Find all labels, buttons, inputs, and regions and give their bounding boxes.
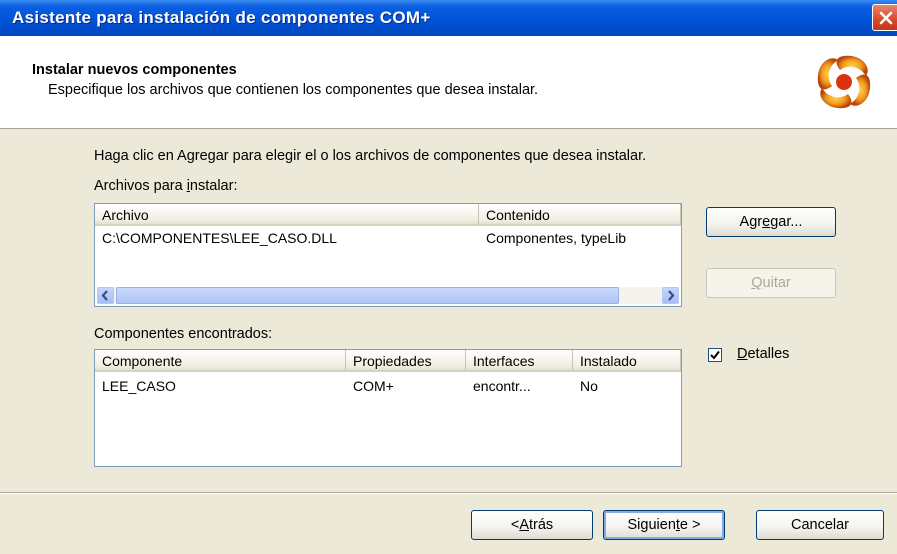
arrow-right-icon [668, 290, 675, 301]
component-installed-cell: No [580, 378, 598, 394]
remove-button[interactable]: Quitar [706, 268, 836, 298]
checkmark-icon [710, 350, 720, 360]
next-button[interactable]: Siguien t e > [603, 510, 725, 540]
horizontal-scrollbar[interactable] [97, 287, 679, 304]
footer-divider [0, 492, 897, 494]
component-properties-cell: COM+ [353, 378, 394, 394]
files-label: Archivos para instalar: [94, 178, 238, 194]
add-button[interactable]: Agr e gar... [706, 207, 836, 237]
close-icon [879, 11, 892, 24]
table-row[interactable]: LEE_CASO COM+ encontr... No [95, 378, 681, 398]
arrow-left-icon [101, 290, 108, 301]
file-content-cell: Componentes, typeLib [486, 230, 627, 246]
components-label: Componentes encontrados: [94, 326, 273, 342]
close-button[interactable] [872, 4, 897, 31]
column-archivo[interactable]: Archivo [95, 204, 479, 226]
details-checkbox[interactable] [708, 348, 722, 362]
files-listview[interactable]: Archivo Contenido C:\COMPONENTES\LEE_CAS… [94, 203, 682, 307]
column-componente[interactable]: Componente [95, 350, 346, 372]
scroll-thumb[interactable] [116, 287, 619, 304]
components-header: Componente Propiedades Interfaces Instal… [95, 350, 681, 372]
cancel-button[interactable]: Cancelar [756, 510, 884, 540]
component-interfaces-cell: encontr... [473, 378, 531, 394]
details-label[interactable]: Detalles [737, 346, 789, 362]
wizard-window: Asistente para instalación de componente… [0, 0, 897, 554]
header-subtitle: Especifique los archivos que contienen l… [48, 82, 539, 98]
header-title: Instalar nuevos componentes [32, 62, 237, 78]
wizard-logo-icon [817, 55, 871, 109]
column-instalado[interactable]: Instalado [573, 350, 681, 372]
window-title: Asistente para instalación de componente… [12, 8, 431, 27]
table-row[interactable]: C:\COMPONENTES\LEE_CASO.DLL Componentes,… [95, 230, 681, 250]
column-interfaces[interactable]: Interfaces [466, 350, 573, 372]
column-propiedades[interactable]: Propiedades [346, 350, 466, 372]
intro-text: Haga clic en Agregar para elegir el o lo… [94, 148, 647, 164]
files-header: Archivo Contenido [95, 204, 681, 226]
component-name-cell: LEE_CASO [102, 378, 176, 394]
file-path-cell: C:\COMPONENTES\LEE_CASO.DLL [102, 230, 337, 246]
wizard-header: Instalar nuevos componentes Especifique … [0, 36, 897, 129]
column-contenido[interactable]: Contenido [479, 204, 681, 226]
scroll-left-button[interactable] [97, 287, 114, 304]
components-listview[interactable]: Componente Propiedades Interfaces Instal… [94, 349, 682, 467]
title-bar[interactable]: Asistente para instalación de componente… [0, 0, 897, 36]
back-button[interactable]: < Atrás [471, 510, 593, 540]
scroll-right-button[interactable] [662, 287, 679, 304]
